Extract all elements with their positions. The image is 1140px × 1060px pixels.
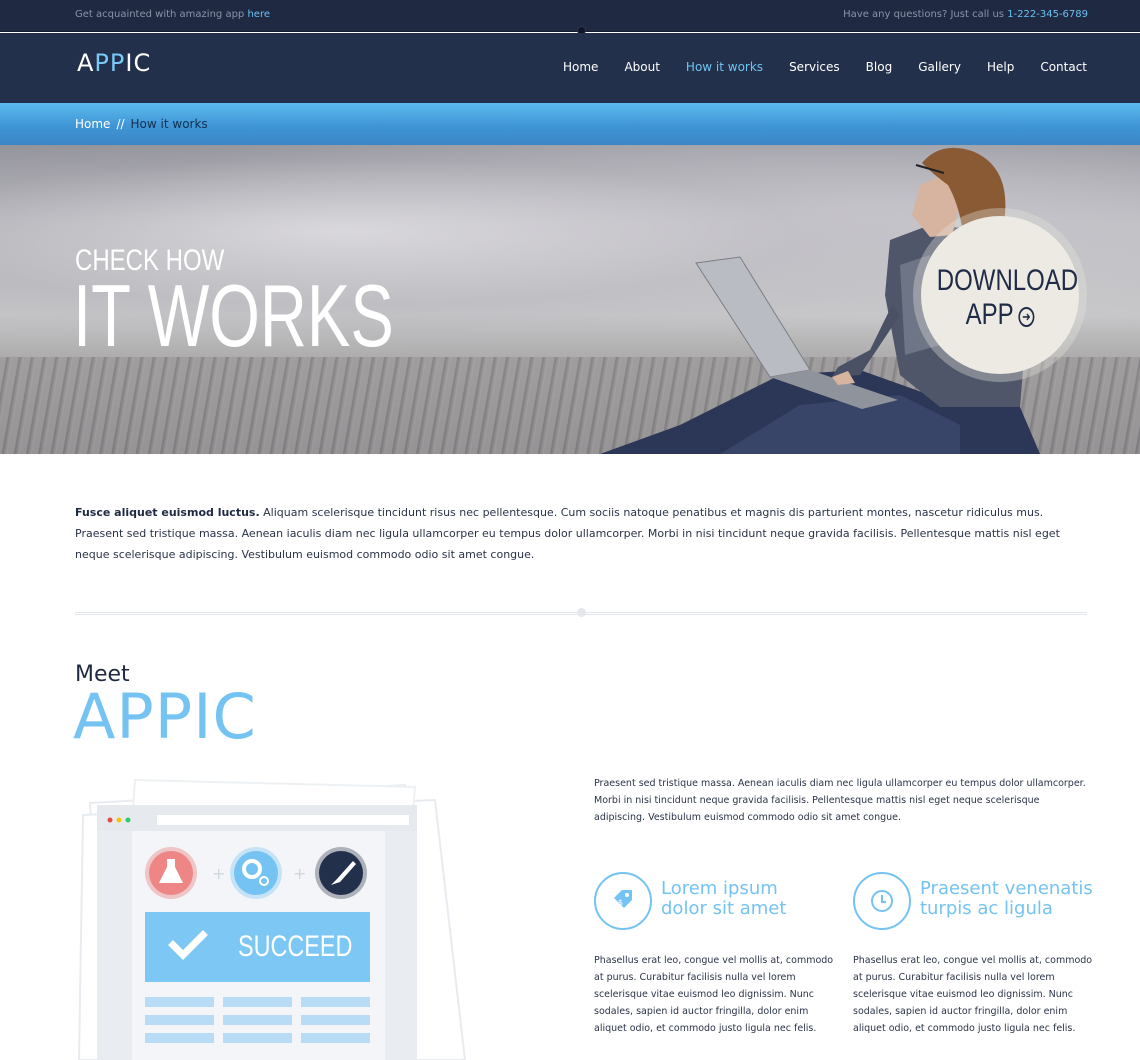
hero-laptop-screen: [695, 256, 811, 378]
browser-min-dot: [116, 817, 122, 823]
breadcrumb: Home // How it works: [0, 103, 1140, 145]
plus-icon-2: +: [293, 864, 306, 883]
clock-icon: [853, 872, 911, 930]
price-tag-icon: $: [594, 872, 652, 930]
hero-person-arm: [832, 305, 900, 377]
feature-body-1: Phasellus erat leo, congue vel mollis at…: [594, 955, 834, 1034]
logo[interactable]: APPIC: [77, 49, 151, 77]
nav-menu: Home About How it works Services Blog Ga…: [537, 60, 1087, 74]
nav-item-home[interactable]: Home: [563, 60, 598, 74]
intro-paragraph: Fusce aliquet euismod luctus. Aliquam sc…: [75, 506, 1060, 561]
nav-item-about[interactable]: About: [624, 60, 659, 74]
top-bar-here-link[interactable]: here: [247, 9, 270, 20]
nav-item-help[interactable]: Help: [987, 60, 1014, 74]
grid-cell: [145, 1015, 214, 1025]
grid-cell: [301, 997, 370, 1007]
grid-cell: [145, 997, 214, 1007]
arrow-right-icon: ➜: [1018, 307, 1035, 327]
top-bar-welcome: Get acquainted with amazing app here: [75, 9, 270, 20]
download-app-label-2: APP ➜: [937, 298, 1063, 332]
brush-icon: [319, 851, 363, 895]
breadcrumb-current: How it works: [130, 117, 208, 131]
grid-cell: [301, 1015, 370, 1025]
meet-description: Praesent sed tristique massa. Aenean iac…: [594, 778, 1086, 823]
gear-icon: [234, 851, 278, 895]
nav-item-gallery[interactable]: Gallery: [918, 60, 961, 74]
succeed-button-label[interactable]: SUCCEED: [238, 930, 352, 964]
phone-number[interactable]: 1-222-345-6789: [1007, 9, 1088, 20]
nav-item-services[interactable]: Services: [789, 60, 840, 74]
section-divider-dot: [577, 608, 586, 617]
table-grid: [145, 997, 370, 1043]
browser-address-bar: [157, 815, 409, 825]
top-bar-contact: Have any questions? Just call us 1-222-3…: [843, 9, 1088, 20]
hero-banner: CHECK HOW IT WORKS DOWNLOAD APP ➜: [0, 145, 1140, 454]
grid-cell: [223, 997, 292, 1007]
grid-cell: [145, 1033, 214, 1043]
nav-item-how-it-works[interactable]: How it works: [686, 60, 763, 74]
svg-text:$: $: [618, 898, 623, 907]
main-navbar: APPIC Home About How it works Services B…: [0, 33, 1140, 103]
browser-close-dot: [107, 817, 113, 823]
browser-sidebar: [97, 831, 132, 1060]
app-illustration-svg: + +: [77, 778, 467, 1060]
grid-cell: [223, 1033, 292, 1043]
nav-item-contact[interactable]: Contact: [1040, 60, 1087, 74]
browser-max-dot: [125, 817, 131, 823]
feature-title-1: Lorem ipsum dolor sit amet: [661, 878, 787, 919]
plus-icon: +: [212, 864, 225, 883]
download-app-button[interactable]: DOWNLOAD APP ➜: [921, 216, 1079, 374]
download-app-label-1: DOWNLOAD: [936, 264, 1079, 297]
feature-body-2: Phasellus erat leo, congue vel mollis at…: [853, 955, 1093, 1034]
hero-title: IT WORKS: [73, 266, 394, 365]
browser-sidebar-right: [385, 831, 417, 1060]
feature-title-2: Praesent venenatis turpis ac ligula: [920, 878, 1093, 919]
grid-cell: [223, 1015, 292, 1025]
breadcrumb-home[interactable]: Home: [75, 117, 110, 131]
top-bar: Get acquainted with amazing app here Hav…: [0, 0, 1140, 35]
nav-item-blog[interactable]: Blog: [866, 60, 893, 74]
app-illustration: + + SUCCEED: [75, 775, 485, 1060]
breadcrumb-separator: //: [116, 117, 125, 131]
appic-heading: APPIC: [73, 680, 257, 753]
grid-cell: [301, 1033, 370, 1043]
